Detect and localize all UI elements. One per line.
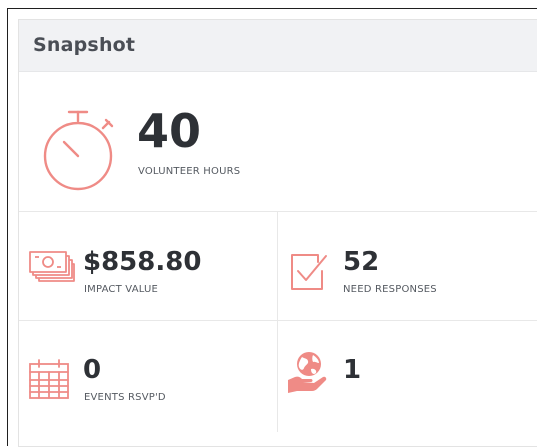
volunteer-hours-label: VOLUNTEER HOURS: [138, 166, 241, 177]
need-responses-label: NEED RESPONSES: [343, 284, 437, 295]
impact-value-label: IMPACT VALUE: [84, 284, 159, 295]
snapshot-panel: Snapshot 40 VOLUNTEER HOURS $858.80 IMPA…: [18, 19, 537, 447]
events-rsvpd-value: 0: [83, 355, 102, 385]
row-divider-1: [19, 211, 537, 212]
panel-title: Snapshot: [33, 34, 136, 56]
row-divider-2: [19, 320, 537, 321]
stopwatch-icon: [43, 106, 115, 192]
window-frame: Snapshot 40 VOLUNTEER HOURS $858.80 IMPA…: [7, 8, 537, 447]
globe-in-hand-icon: [286, 350, 330, 394]
globe-hand-value: 1: [343, 355, 362, 385]
checkbox-check-icon: [288, 249, 330, 291]
money-stack-icon: [27, 249, 75, 285]
events-rsvpd-label: EVENTS RSVP'D: [84, 392, 166, 403]
calendar-icon: [27, 357, 71, 401]
volunteer-hours-value: 40: [137, 104, 202, 158]
impact-value-value: $858.80: [83, 247, 202, 277]
column-divider: [277, 212, 278, 432]
need-responses-value: 52: [343, 247, 380, 277]
panel-header: Snapshot: [19, 20, 537, 72]
